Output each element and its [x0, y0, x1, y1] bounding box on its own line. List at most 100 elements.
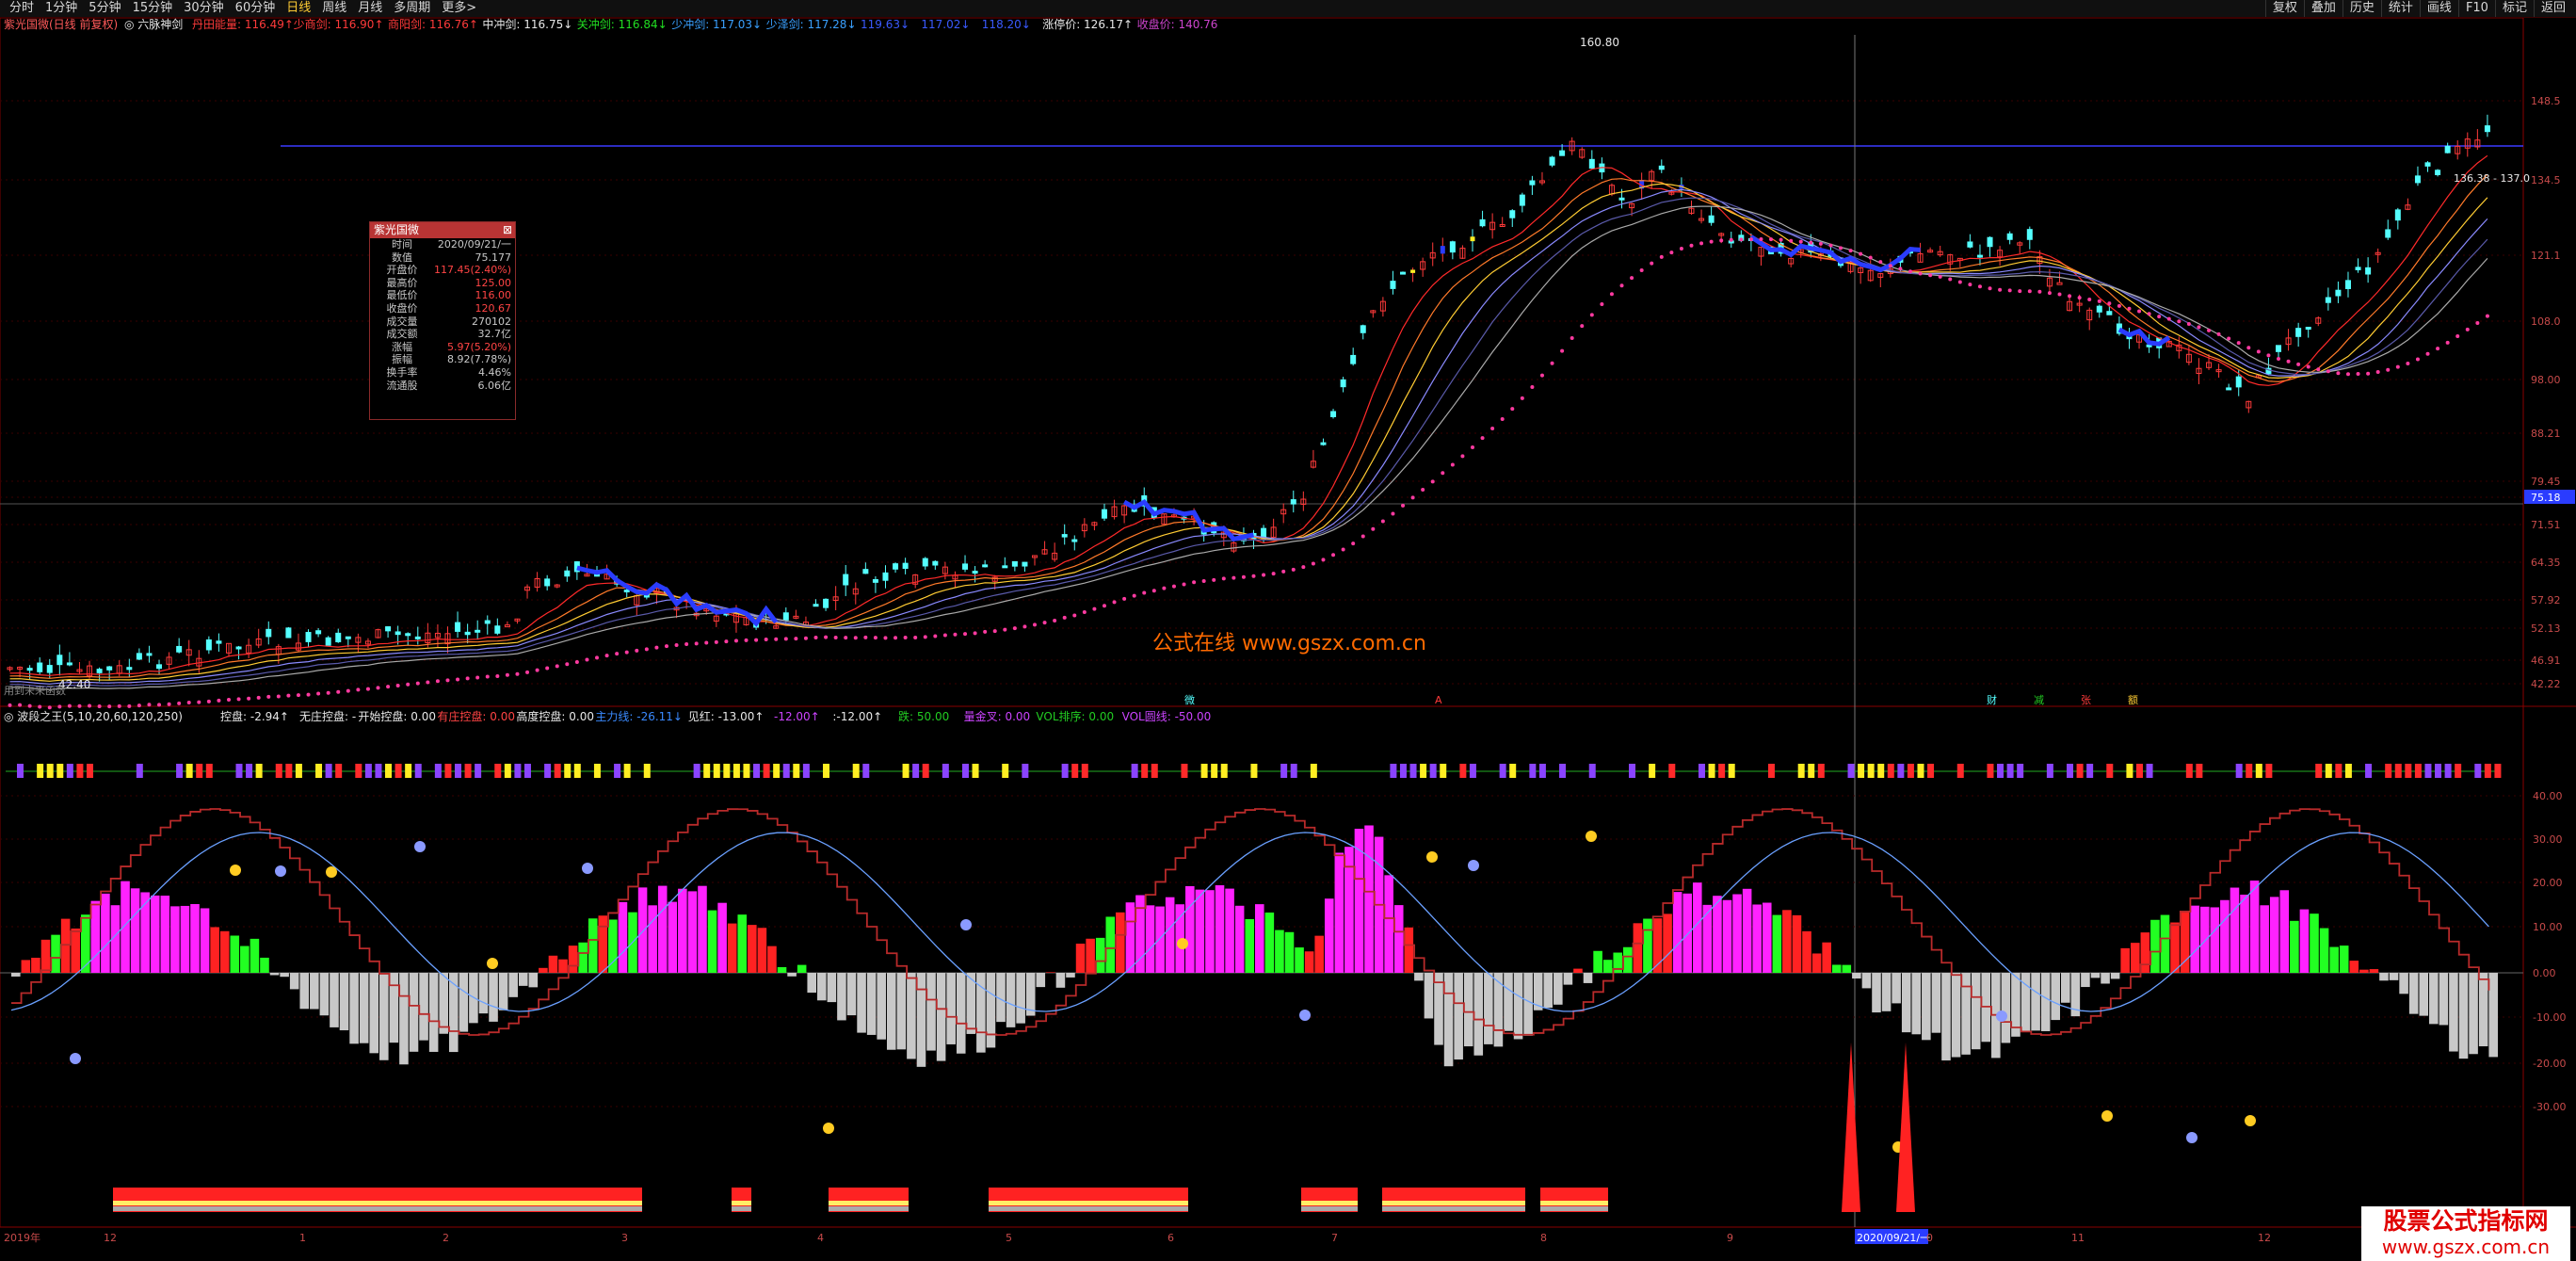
period-9[interactable]: 多周期	[388, 0, 436, 17]
histogram-bar	[1334, 852, 1344, 973]
support-dot	[992, 629, 997, 634]
support-dot	[18, 703, 23, 707]
support-dot	[565, 662, 570, 667]
candle-body	[1390, 281, 1396, 289]
support-dot	[8, 703, 12, 707]
tool-button-2[interactable]: 历史	[2342, 0, 2381, 17]
popup-label: 涨幅	[392, 340, 412, 353]
support-dot	[395, 684, 400, 688]
volume-band-stripe	[732, 1201, 751, 1205]
candle-body	[2226, 387, 2232, 391]
candle-body	[96, 669, 103, 673]
status-cell	[961, 764, 969, 778]
tool-button-4[interactable]: 画线	[2419, 0, 2458, 17]
info-popup: 紫光国微 ⊠ 时间 2020/09/21/一 数值 75.177 开盘价 117.45(2.…	[369, 221, 516, 420]
histogram-bar	[1822, 942, 1831, 973]
status-cell	[1907, 764, 1914, 778]
signal-spike	[1896, 1043, 1915, 1212]
price-tick: 79.45	[2531, 476, 2561, 488]
status-cell	[1250, 764, 1258, 778]
support-dot	[1729, 237, 1733, 242]
histogram-bar	[1484, 973, 1493, 1044]
popup-row: 振幅 8.92(7.78%)	[370, 353, 515, 366]
period-7[interactable]: 周线	[316, 0, 352, 17]
price-tick: 121.1	[2531, 250, 2561, 262]
period-5[interactable]: 60分钟	[230, 0, 282, 17]
histogram-bar	[409, 973, 419, 1052]
date-tick: 5	[1006, 1232, 1012, 1244]
histogram-bar	[2339, 946, 2349, 973]
period-3[interactable]: 15分钟	[127, 0, 179, 17]
candle-body	[1479, 218, 1486, 227]
status-cell	[394, 764, 402, 778]
support-dot	[2166, 316, 2171, 321]
tool-button-0[interactable]: 复权	[2264, 0, 2304, 17]
histogram-bar	[150, 895, 160, 973]
candle-body	[136, 653, 142, 660]
histogram-bar	[1205, 890, 1215, 973]
support-dot	[1669, 251, 1674, 255]
tool-button-6[interactable]: 标记	[2494, 0, 2534, 17]
period-6[interactable]: 日线	[281, 0, 316, 17]
status-cell	[2424, 764, 2432, 778]
status-cell	[643, 764, 651, 778]
popup-value: 120.67	[475, 301, 512, 315]
status-cell	[544, 764, 552, 778]
marker-wei: 微	[1184, 693, 1195, 706]
support-dot	[1082, 609, 1087, 614]
support-dot	[2157, 315, 2162, 319]
close-icon[interactable]: ⊠	[503, 222, 512, 238]
status-cell	[2146, 764, 2153, 778]
date-tick: 2020/09/21/一	[1857, 1232, 1930, 1244]
candle-body	[66, 662, 72, 666]
period-10[interactable]: 更多>	[436, 0, 482, 17]
status-cell	[1409, 764, 1417, 778]
period-4[interactable]: 30分钟	[178, 0, 230, 17]
support-dot	[1351, 542, 1356, 546]
histogram-bar	[1881, 973, 1892, 1011]
candle-body	[56, 655, 63, 666]
header-value-5: 少冲剑: 117.03↓	[671, 18, 762, 31]
candle-body	[972, 571, 978, 574]
tool-button-5[interactable]: F10	[2457, 0, 2495, 17]
period-8[interactable]: 月线	[352, 0, 388, 17]
status-cell	[315, 764, 323, 778]
histogram-bar	[2399, 973, 2408, 994]
support-dot	[2485, 314, 2489, 318]
popup-title-text: 紫光国微	[374, 223, 420, 236]
status-cell	[1399, 764, 1407, 778]
candle-body	[2344, 280, 2351, 289]
support-dot	[2207, 328, 2212, 332]
candle-body	[1022, 561, 1028, 567]
status-cell	[1997, 764, 2004, 778]
status-cell	[942, 764, 949, 778]
period-2[interactable]: 5分钟	[83, 0, 126, 17]
support-dot	[1112, 600, 1117, 605]
volume-band-stripe	[358, 1201, 642, 1205]
smiley-icon	[326, 866, 337, 878]
tool-button-3[interactable]: 统计	[2380, 0, 2420, 17]
signal-spike	[1842, 1043, 1860, 1212]
support-dot	[236, 697, 241, 702]
status-cell	[564, 764, 572, 778]
tool-button-7[interactable]: 返回	[2533, 0, 2572, 17]
sub-tick: -30.00	[2533, 1101, 2566, 1113]
date-tick: 1	[299, 1232, 306, 1244]
candle-body	[106, 666, 113, 671]
period-1[interactable]: 1分钟	[40, 0, 83, 17]
histogram-bar	[2110, 973, 2120, 979]
histogram-bar	[2240, 895, 2249, 973]
candle-body	[455, 622, 461, 632]
smiley-icon	[2186, 1132, 2198, 1143]
status-cell	[823, 764, 830, 778]
tool-button-1[interactable]: 叠加	[2303, 0, 2343, 17]
support-dot	[2436, 347, 2440, 351]
histogram-bar	[1682, 893, 1692, 973]
period-0[interactable]: 分时	[4, 0, 40, 17]
chart-area[interactable]: 紫光国微(日线 前复权) ◎ 六脉神剑 丹田能量: 116.49↑ 少商剑: 116.…	[0, 17, 2576, 1261]
support-dot	[1789, 238, 1794, 243]
status-cell	[255, 764, 263, 778]
histogram-bar	[2439, 973, 2449, 1026]
candle-body	[813, 604, 819, 607]
support-dot	[1192, 580, 1197, 585]
